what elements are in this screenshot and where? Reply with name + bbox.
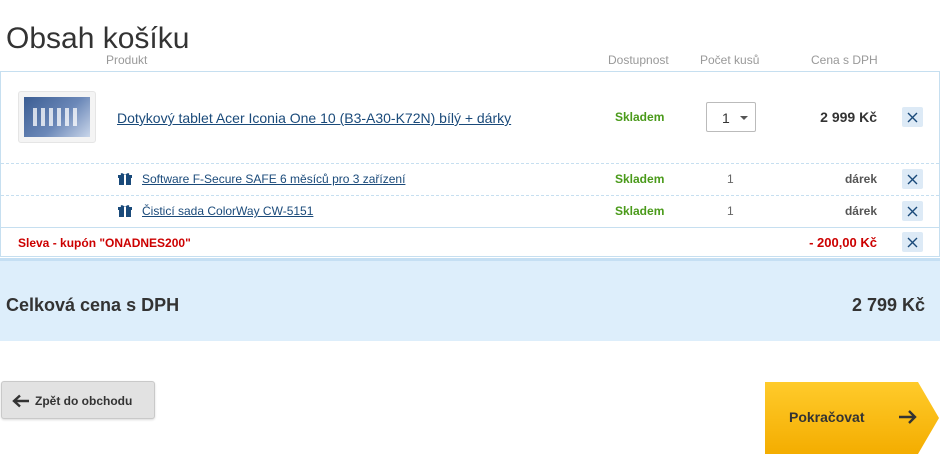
arrow-left-icon [12,394,29,408]
availability-status: Skladem [615,204,665,218]
item-price: 2 999 Kč [820,109,877,125]
coupon-label: Sleva - kupón "ONADNES200" [18,236,191,250]
product-name-link[interactable]: Dotykový tablet Acer Iconia One 10 (B3-A… [117,110,511,126]
close-icon [907,174,918,185]
coupon-row: Sleva - kupón "ONADNES200" - 200,00 Kč [1,227,939,257]
quantity-value: 1 [722,110,730,126]
close-icon [907,112,918,123]
remove-coupon-button[interactable] [902,232,923,252]
remove-gift-button[interactable] [902,201,923,221]
availability-status: Skladem [615,172,665,186]
page-title: Obsah košíku [6,22,190,56]
gift-quantity: 1 [727,172,734,186]
cart-table: Dotykový tablet Acer Iconia One 10 (B3-A… [0,71,940,257]
back-button-label: Zpět do obchodu [35,394,133,408]
column-header-availability: Dostupnost [608,53,669,67]
gift-price: dárek [844,204,877,218]
availability-status: Skladem [615,110,665,124]
gift-row: Čisticí sada ColorWay CW-5151 Skladem 1 … [1,195,939,228]
column-header-price: Cena s DPH [811,53,878,67]
gift-row: Software F-Secure SAFE 6 měsíců pro 3 za… [1,163,939,196]
gift-icon [118,173,132,185]
remove-item-button[interactable] [902,107,923,127]
quantity-select[interactable]: 1 [706,102,756,132]
gift-quantity: 1 [727,204,734,218]
back-to-shop-button[interactable]: Zpět do obchodu [1,381,155,419]
cart-item-row: Dotykový tablet Acer Iconia One 10 (B3-A… [1,72,939,164]
gift-price: dárek [844,172,877,186]
continue-button-label: Pokračovat [789,409,865,425]
arrow-right-icon [899,410,917,424]
gift-icon [118,205,132,217]
tablet-apps-image [33,108,81,126]
close-icon [907,237,918,248]
product-thumbnail[interactable] [18,91,96,143]
remove-gift-button[interactable] [902,169,923,189]
total-label: Celková cena s DPH [6,295,180,315]
coupon-discount: - 200,00 Kč [809,235,877,250]
column-header-product: Produkt [106,53,148,67]
gift-link[interactable]: Čisticí sada ColorWay CW-5151 [142,204,313,218]
continue-button[interactable]: Pokračovat [765,382,940,454]
total-panel: Celková cena s DPH 2 799 Kč [0,258,940,341]
total-price: 2 799 Kč [851,295,925,315]
close-icon [907,206,918,217]
gift-link[interactable]: Software F-Secure SAFE 6 měsíců pro 3 za… [142,172,405,186]
column-header-quantity: Počet kusů [700,53,760,67]
chevron-down-icon [740,116,748,120]
